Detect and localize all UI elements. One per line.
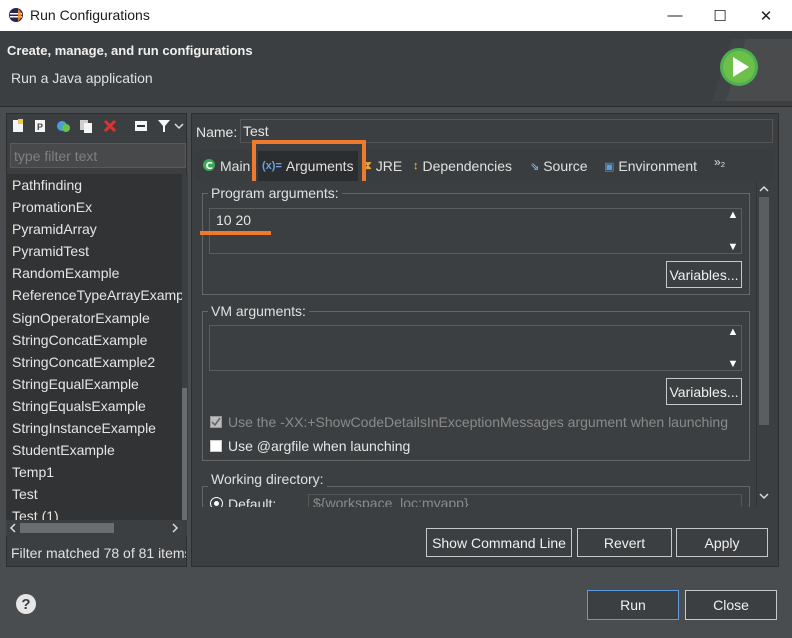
header-subtitle: Run a Java application: [11, 70, 153, 86]
eclipse-icon: [9, 8, 23, 22]
svg-text:P: P: [37, 122, 43, 132]
list-item[interactable]: PyramidTest: [6, 240, 182, 262]
help-icon[interactable]: ?: [16, 594, 36, 614]
default-directory-field: ${workspace_loc:myapp}: [308, 494, 742, 507]
list-item[interactable]: StudentExample: [6, 439, 182, 461]
collapse-all-icon[interactable]: [133, 118, 149, 134]
vm-arguments-textarea[interactable]: ▲ ▼: [209, 325, 742, 371]
content-scroll-thumb[interactable]: [759, 197, 769, 425]
default-radio[interactable]: [211, 498, 222, 507]
configuration-list: Pathfinding PromationEx PyramidArray Pyr…: [6, 174, 182, 520]
working-directory-label: Working directory:: [208, 471, 327, 487]
arguments-content: Program arguments: 10 20 ▲ ▼ Variables..…: [196, 181, 756, 507]
tab-jre[interactable]: ⧗ JRE: [364, 156, 402, 176]
list-item[interactable]: ReferenceTypeArrayExampl: [6, 284, 182, 306]
show-code-details-checkbox: [210, 416, 222, 428]
scroll-left-icon[interactable]: [8, 523, 18, 533]
delete-icon[interactable]: [102, 118, 118, 134]
show-command-line-button[interactable]: Show Command Line: [426, 528, 572, 557]
program-arguments-textarea[interactable]: 10 20 ▲ ▼: [209, 208, 742, 254]
tab-dependencies[interactable]: ↕ Dependencies: [413, 156, 512, 176]
program-variables-button[interactable]: Variables...: [666, 261, 742, 288]
list-item[interactable]: Temp1: [6, 461, 182, 483]
list-item[interactable]: Pathfinding: [6, 174, 182, 196]
program-arguments-value: 10 20: [216, 212, 252, 228]
filter-icon[interactable]: [156, 118, 172, 134]
list-item[interactable]: Test (1): [6, 505, 182, 520]
new-configuration-icon[interactable]: [10, 118, 26, 134]
svg-text:C: C: [206, 161, 213, 172]
duplicate-icon[interactable]: [78, 118, 94, 134]
run-banner-icon: [712, 39, 792, 101]
vm-arguments-scrollbar[interactable]: ▲ ▼: [725, 326, 741, 370]
tab-main[interactable]: C Main: [202, 156, 250, 176]
tab-label: Main: [220, 158, 251, 174]
scroll-right-icon[interactable]: [170, 523, 180, 533]
tab-source[interactable]: ⇘ Source: [530, 156, 588, 176]
list-item[interactable]: StringEqualsExample: [6, 395, 182, 417]
dependencies-tab-icon: ↕: [413, 160, 419, 172]
source-tab-icon: ⇘: [530, 160, 540, 173]
tab-label: Dependencies: [422, 158, 513, 174]
list-item[interactable]: StringInstanceExample: [6, 417, 182, 439]
new-prototype-icon[interactable]: P: [32, 118, 48, 134]
run-button[interactable]: Run: [587, 590, 679, 620]
window-title: Run Configurations: [30, 7, 150, 23]
annotation-underline: [200, 231, 271, 235]
scroll-down-icon[interactable]: ▼: [728, 358, 739, 370]
apply-button[interactable]: Apply: [676, 528, 768, 557]
show-code-details-label: Use the -XX:+ShowCodeDetailsInExceptionM…: [228, 414, 729, 430]
tab-label: Environment: [618, 158, 697, 174]
scroll-up-icon[interactable]: ▲: [728, 326, 739, 338]
default-label: Default:: [228, 496, 277, 507]
revert-button[interactable]: Revert: [577, 528, 672, 557]
more-tabs-chevron-icon[interactable]: »₂: [714, 152, 725, 172]
close-window-button[interactable]: ✕: [743, 0, 789, 31]
list-item[interactable]: Test: [6, 483, 182, 505]
maximize-button[interactable]: ☐: [697, 0, 743, 31]
scroll-down-icon[interactable]: ▼: [728, 241, 739, 253]
list-item[interactable]: StringConcatExample: [6, 329, 182, 351]
list-item[interactable]: RandomExample: [6, 262, 182, 284]
list-item[interactable]: PromationEx: [6, 196, 182, 218]
list-item[interactable]: StringConcatExample2: [6, 351, 182, 373]
header-title: Create, manage, and run configurations: [7, 43, 253, 58]
tab-label: JRE: [375, 158, 403, 174]
list-vertical-scroll-thumb[interactable]: [182, 388, 187, 520]
list-item[interactable]: SignOperatorExample: [6, 307, 182, 329]
environment-tab-icon: ▣: [604, 160, 615, 173]
dialog-header: Create, manage, and run configurations R…: [0, 31, 792, 107]
scroll-up-icon[interactable]: [759, 184, 769, 194]
filter-status: Filter matched 78 of 81 items: [11, 545, 186, 561]
vm-arguments-label: VM arguments:: [208, 303, 309, 319]
list-item[interactable]: PyramidArray: [6, 218, 182, 240]
argfile-label: Use @argfile when launching: [228, 438, 411, 454]
tab-environment[interactable]: ▣ Environment: [604, 156, 697, 176]
scroll-up-icon[interactable]: ▲: [728, 209, 739, 221]
program-arguments-label: Program arguments:: [208, 185, 342, 201]
export-icon[interactable]: [55, 118, 71, 134]
close-button[interactable]: Close: [685, 590, 777, 620]
main-tab-icon: C: [202, 158, 216, 175]
list-item[interactable]: StringEqualExample: [6, 373, 182, 395]
view-menu-chevron-icon[interactable]: [173, 118, 185, 134]
name-label: Name:: [196, 124, 238, 140]
vm-variables-button[interactable]: Variables...: [666, 378, 742, 405]
tab-label: Source: [543, 158, 588, 174]
list-horizontal-scroll-thumb[interactable]: [20, 523, 114, 533]
scroll-down-icon[interactable]: [759, 491, 769, 501]
program-arguments-scrollbar[interactable]: ▲ ▼: [725, 209, 741, 253]
argfile-checkbox[interactable]: [210, 440, 222, 452]
filter-input[interactable]: [10, 143, 186, 168]
minimize-button[interactable]: —: [652, 0, 698, 31]
title-bar: Run Configurations — ☐ ✕: [0, 0, 792, 31]
